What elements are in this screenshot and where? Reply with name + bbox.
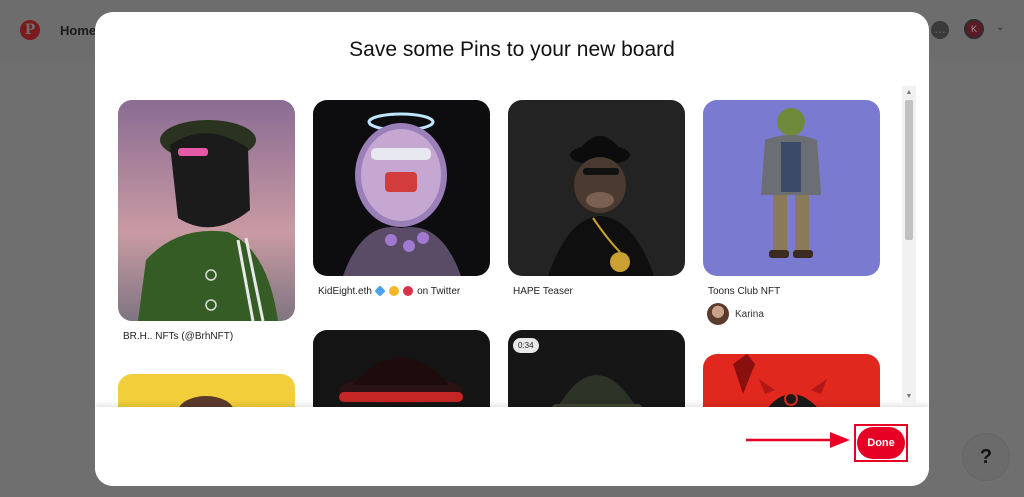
scroll-up-icon[interactable]: ▲ bbox=[902, 86, 916, 100]
pinterest-logo-icon[interactable]: P bbox=[20, 20, 40, 40]
modal-title: Save some Pins to your new board bbox=[349, 38, 675, 61]
diamond-icon bbox=[374, 285, 386, 298]
pin-title: HAPE Teaser bbox=[513, 286, 573, 297]
pin-image[interactable] bbox=[118, 374, 295, 407]
pin-title: BR.H.. NFTs (@BrhNFT) bbox=[123, 331, 234, 342]
modal-scrollbar[interactable]: ▲ ▼ bbox=[902, 86, 916, 404]
nav-home-link[interactable]: Home bbox=[60, 23, 96, 38]
scroll-thumb[interactable] bbox=[905, 100, 913, 240]
pin-card[interactable]: BR.H.. NFTs (@BrhNFT) bbox=[118, 100, 295, 342]
pin-card[interactable]: HAPE Teaser bbox=[508, 100, 685, 297]
pin-card[interactable]: KidEight.eth on Twitter bbox=[313, 100, 490, 298]
done-button[interactable]: Done bbox=[857, 427, 905, 459]
save-pins-modal: Save some Pins to your new board BR.H.. … bbox=[95, 12, 929, 486]
pin-card[interactable] bbox=[703, 354, 880, 407]
pin-image[interactable] bbox=[313, 100, 490, 276]
pin-image[interactable] bbox=[508, 100, 685, 276]
pointer-arrow-icon bbox=[746, 432, 850, 448]
video-duration-badge: 0:34 bbox=[513, 338, 539, 353]
modal-footer: Done bbox=[95, 407, 929, 486]
chevron-down-icon[interactable]: ⌄ bbox=[996, 22, 1004, 33]
pin-title: Toons Club NFT bbox=[708, 286, 781, 297]
pin-image[interactable] bbox=[118, 100, 295, 321]
help-button[interactable]: ? bbox=[963, 434, 1009, 480]
smile-emoji-icon bbox=[388, 286, 399, 297]
messages-icon[interactable]: … bbox=[931, 21, 949, 39]
pin-image[interactable] bbox=[313, 330, 490, 407]
devil-emoji-icon bbox=[403, 286, 414, 297]
pin-image[interactable] bbox=[703, 354, 880, 407]
pin-card[interactable] bbox=[313, 330, 490, 407]
pin-image[interactable] bbox=[703, 100, 880, 276]
user-avatar[interactable]: K bbox=[964, 19, 984, 39]
pin-card[interactable]: Toons Club NFT Karina bbox=[703, 100, 880, 325]
creator-name: Karina bbox=[735, 308, 764, 320]
pin-image[interactable]: 0:34 bbox=[508, 330, 685, 407]
scroll-down-icon[interactable]: ▼ bbox=[902, 390, 916, 404]
pin-card[interactable] bbox=[118, 374, 295, 407]
pins-grid: BR.H.. NFTs (@BrhNFT) KidEight.eth on Tw… bbox=[95, 90, 929, 407]
pin-title: KidEight.eth on Twitter bbox=[318, 285, 461, 298]
pin-card[interactable]: 0:34 bbox=[508, 330, 685, 407]
pin-creator[interactable]: Karina bbox=[707, 303, 880, 325]
creator-avatar bbox=[707, 303, 729, 325]
